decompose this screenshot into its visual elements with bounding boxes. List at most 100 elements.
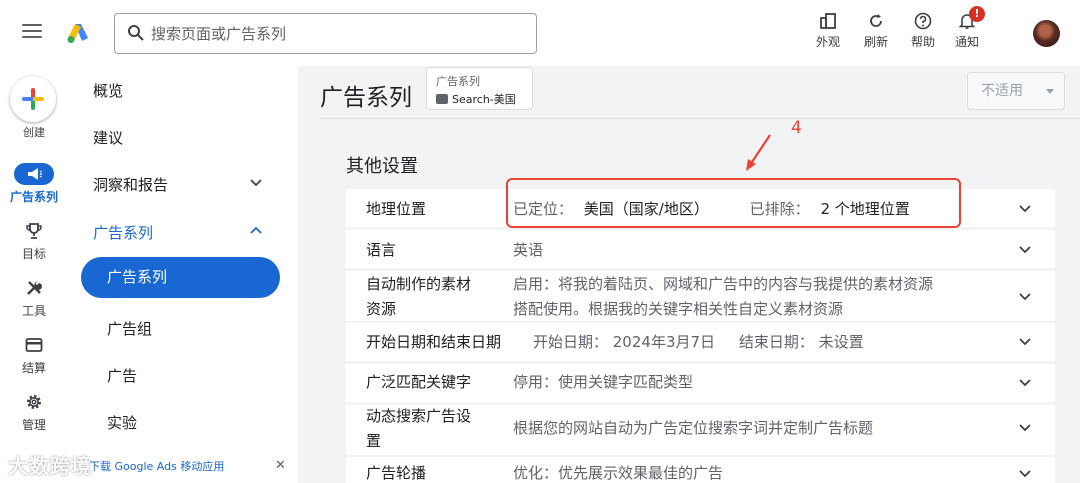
rail-item-label: 目标 <box>21 247 46 261</box>
page-title: 广告系列 <box>320 85 412 111</box>
setting-row-ad-rotation[interactable]: 广告轮播 优化：优先展示效果最佳的广告 <box>346 457 1055 483</box>
notifications-label: 通知 <box>954 35 979 49</box>
refresh-button[interactable]: 刷新 <box>856 12 896 50</box>
rail-item-label: 广告系列 <box>9 190 58 204</box>
chip-value: Search-美国 <box>452 93 516 106</box>
nav-item-ad-groups[interactable]: 广告组 <box>107 318 152 339</box>
chevron-down-icon[interactable] <box>1018 337 1032 346</box>
setting-value: 优化：优先展示效果最佳的广告 <box>513 464 724 482</box>
setting-row-auto-assets[interactable]: 自动制作的素材 资源 启用：将我的着陆页、网域和广告中的内容与我提供的素材资源 … <box>346 271 1055 321</box>
annotation-number: 4 <box>791 118 802 138</box>
help-icon <box>914 12 932 30</box>
megaphone-icon <box>28 168 42 180</box>
top-bar: 外观 刷新 帮助 ! 通知 <box>0 0 1080 66</box>
setting-value: 英语 <box>513 241 544 259</box>
hamburger-menu-icon[interactable] <box>22 24 42 40</box>
divider <box>320 118 1080 119</box>
rail-item-label: 结算 <box>21 361 46 375</box>
chevron-down-icon[interactable] <box>1018 378 1032 387</box>
rail-item-campaigns[interactable]: 广告系列 <box>0 163 68 205</box>
setting-row-broad-match[interactable]: 广泛匹配关键字 停用：使用关键字匹配类型 <box>346 364 1055 402</box>
excluded-label: 已排除： <box>749 200 810 218</box>
refresh-icon <box>870 14 882 27</box>
setting-row-location[interactable]: 地理位置 已定位： 美国（国家/地区） 已排除： 2 个地理位置 <box>346 189 1055 227</box>
rail-item-billing[interactable]: 结算 <box>0 334 68 376</box>
search-input[interactable] <box>151 20 521 48</box>
rail-item-admin[interactable]: 管理 <box>0 391 68 433</box>
chevron-down-icon[interactable] <box>1018 469 1032 478</box>
google-ads-logo[interactable] <box>66 22 90 44</box>
nav-item-overview[interactable]: 概览 <box>93 80 123 101</box>
setting-label-line1: 动态搜索广告设 <box>366 407 472 425</box>
rail-item-goals[interactable]: 目标 <box>0 220 68 262</box>
appearance-icon <box>820 13 836 29</box>
appearance-label: 外观 <box>815 35 840 49</box>
annotation-arrow-icon <box>746 134 771 171</box>
chip-label: 广告系列 <box>436 75 480 88</box>
setting-label: 语言 <box>366 241 397 259</box>
tools-icon <box>27 281 42 295</box>
setting-label-line1: 自动制作的素材 <box>366 275 472 293</box>
nav-item-insights[interactable]: 洞察和报告 <box>93 174 168 195</box>
appearance-button[interactable]: 外观 <box>808 12 848 50</box>
rail-item-label: 工具 <box>21 304 46 318</box>
chevron-down-icon[interactable] <box>1018 292 1032 301</box>
section-title: 其他设置 <box>346 156 418 177</box>
nav-item-recommendations[interactable]: 建议 <box>93 127 123 148</box>
chevron-up-icon[interactable] <box>249 226 263 235</box>
setting-value: 根据您的网站自动为广告定位搜索字词并定制广告标题 <box>513 419 874 437</box>
setting-row-dates[interactable]: 开始日期和结束日期 开始日期： 2024年3月7日 结束日期： 未设置 <box>346 323 1055 361</box>
create-button[interactable] <box>10 76 56 122</box>
targeted-label: 已定位： <box>513 200 574 218</box>
nav-group-campaigns: 广告系列 广告系列 广告组 广告 实验 <box>73 210 287 446</box>
caret-down-icon <box>1046 89 1054 94</box>
search-box[interactable] <box>114 13 537 54</box>
rail-item-tools[interactable]: 工具 <box>0 277 68 319</box>
refresh-label: 刷新 <box>863 35 888 49</box>
chevron-down-icon[interactable] <box>249 178 263 187</box>
targeted-value: 美国（国家/地区） <box>583 200 709 218</box>
watermark: 大数跨境 <box>8 454 92 478</box>
avatar[interactable] <box>1033 20 1060 47</box>
trophy-icon <box>26 223 42 239</box>
notification-badge: ! <box>969 6 985 22</box>
left-rail: 创建 广告系列 目标 工具 结算 管理 <box>0 66 68 483</box>
chevron-down-icon[interactable] <box>1018 423 1032 432</box>
gear-icon <box>27 395 41 409</box>
setting-label: 广告轮播 <box>366 464 427 482</box>
setting-label-line2: 置 <box>366 432 382 450</box>
setting-row-language[interactable]: 语言 英语 <box>346 230 1055 268</box>
setting-value: 停用：使用关键字匹配类型 <box>513 373 694 391</box>
setting-value-line2: 搭配使用。根据我的关键字相关性自定义素材资源 <box>513 300 844 318</box>
billing-icon <box>25 338 43 352</box>
nav-item-campaigns-active[interactable]: 广告系列 <box>81 257 280 298</box>
notifications-button[interactable]: ! 通知 <box>947 6 987 50</box>
promo-text: 下载 Google Ads 移动应用 <box>89 460 225 473</box>
setting-value: 开始日期： 2024年3月7日 结束日期： 未设置 <box>533 333 864 351</box>
main-content: 广告系列 广告系列 Search-美国 不适用 其他设置 地理位置 已定位： 美… <box>298 66 1080 483</box>
status-dropdown[interactable]: 不适用 <box>967 72 1065 110</box>
plus-icon-bar <box>22 97 44 101</box>
setting-label: 广泛匹配关键字 <box>366 373 472 391</box>
rail-item-label: 管理 <box>21 418 46 432</box>
nav-item-experiments[interactable]: 实验 <box>107 412 137 433</box>
help-label: 帮助 <box>910 35 935 49</box>
search-icon <box>128 25 144 41</box>
status-dropdown-label: 不适用 <box>981 83 1023 99</box>
nav-item-ads[interactable]: 广告 <box>107 365 137 386</box>
setting-label: 地理位置 <box>366 200 427 218</box>
setting-row-dynamic-search-ads[interactable]: 动态搜索广告设 置 根据您的网站自动为广告定位搜索字词并定制广告标题 <box>346 405 1055 455</box>
nav-group-header[interactable]: 广告系列 <box>93 222 153 243</box>
setting-label: 开始日期和结束日期 <box>366 333 502 351</box>
create-label: 创建 <box>23 126 45 139</box>
mobile-app-promo[interactable]: 下载 Google Ads 移动应用 ✕ <box>89 458 295 480</box>
setting-label-line2: 资源 <box>366 300 397 318</box>
campaign-selector-chip[interactable]: 广告系列 Search-美国 <box>426 67 533 110</box>
chevron-down-icon[interactable] <box>1018 245 1032 254</box>
secondary-nav: 概览 建议 洞察和报告 广告系列 广告系列 广告组 广告 实验 下载 Googl… <box>73 66 298 483</box>
help-button[interactable]: 帮助 <box>903 12 943 50</box>
search-campaign-icon <box>436 94 448 104</box>
setting-value: 已定位： 美国（国家/地区） 已排除： 2 个地理位置 <box>513 197 910 221</box>
close-icon[interactable]: ✕ <box>275 458 286 473</box>
chevron-down-icon[interactable] <box>1018 204 1032 213</box>
